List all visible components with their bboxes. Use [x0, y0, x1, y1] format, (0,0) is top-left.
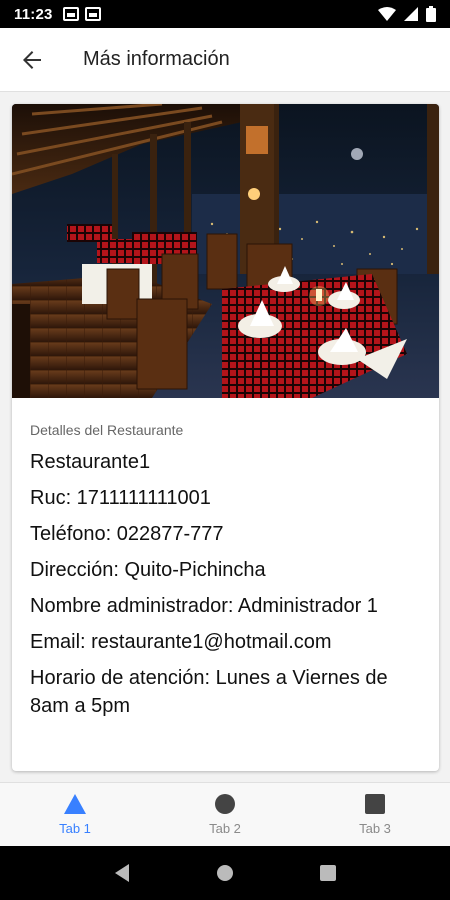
restaurant-photo [12, 104, 439, 398]
tab-3-label: Tab 3 [359, 821, 391, 836]
restaurant-ruc: Ruc: 1711111111001 [30, 487, 211, 509]
tab-1[interactable]: Tab 1 [0, 783, 150, 846]
restaurant-address: Dirección: Quito-Pichincha [30, 559, 266, 581]
restaurant-hours: Horario de atención: Lunes a Viernes de … [30, 667, 388, 717]
nav-home-icon [216, 865, 233, 881]
nav-recents-button[interactable] [308, 853, 348, 893]
tab-2-label: Tab 2 [209, 821, 241, 836]
content-area[interactable]: Detalles del Restaurante Restaurante1 Ru… [0, 92, 450, 782]
tab-1-label: Tab 1 [59, 821, 91, 836]
arrow-back-icon [23, 50, 41, 69]
status-time: 11:23 [14, 5, 53, 23]
details-caption: Detalles del Restaurante [30, 422, 184, 438]
battery-icon [426, 6, 436, 22]
restaurant-phone: Teléfono: 022877-777 [30, 523, 224, 545]
restaurant-details: Detalles del Restaurante Restaurante1 Ru… [12, 398, 439, 720]
status-bar: 11:23 [0, 0, 450, 28]
app-bar: Más información [0, 28, 450, 92]
circle-icon [215, 794, 235, 814]
page-title: Más información [83, 48, 230, 70]
nav-home-button[interactable] [205, 853, 245, 893]
tab-2[interactable]: Tab 2 [150, 783, 300, 846]
notification-icons [62, 7, 101, 21]
back-button[interactable] [0, 28, 64, 92]
tab-3[interactable]: Tab 3 [300, 783, 450, 846]
signal-icon [404, 7, 418, 21]
status-indicators [378, 6, 436, 22]
restaurant-name: Restaurante1 [30, 451, 151, 473]
triangle-icon [64, 794, 86, 814]
image-notification-icon [62, 7, 79, 21]
restaurant-admin: Nombre administrador: Administrador 1 [30, 595, 378, 617]
system-nav-bar [0, 846, 450, 900]
restaurant-card: Detalles del Restaurante Restaurante1 Ru… [12, 104, 439, 771]
nav-recents-icon [320, 865, 337, 881]
photo-notification-icon [84, 7, 101, 21]
wifi-icon [378, 7, 396, 21]
square-icon [365, 794, 385, 814]
nav-back-icon [114, 864, 129, 882]
tab-bar: Tab 1 Tab 2 Tab 3 [0, 782, 450, 846]
nav-back-button[interactable] [102, 853, 142, 893]
restaurant-email: Email: restaurante1@hotmail.com [30, 631, 332, 653]
